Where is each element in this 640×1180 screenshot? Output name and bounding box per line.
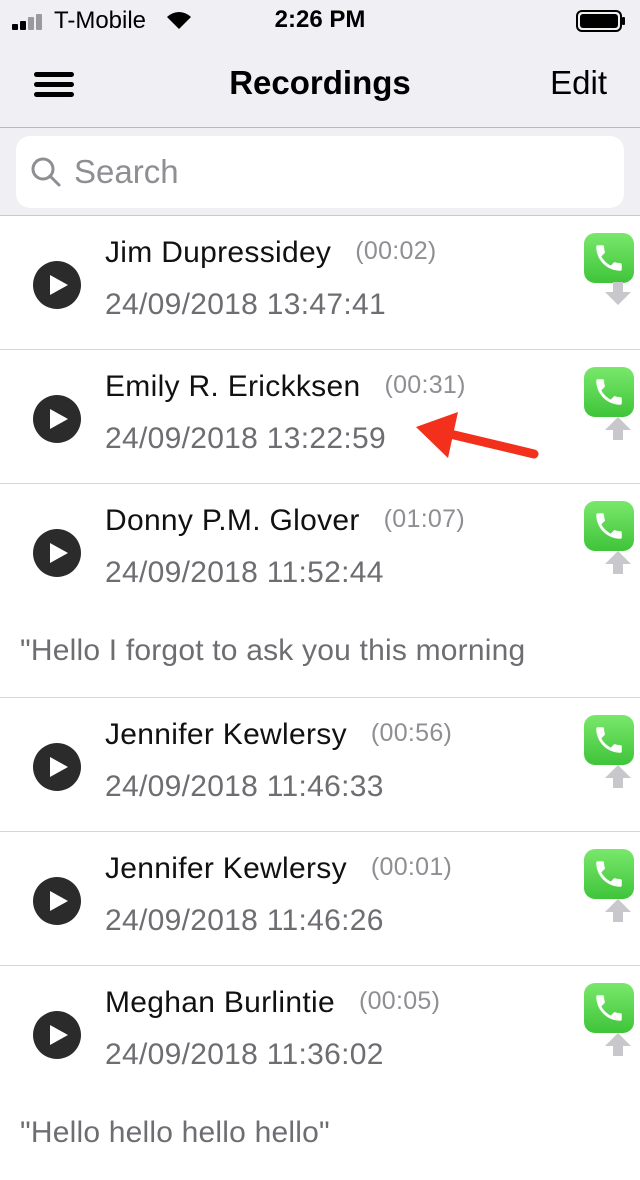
play-icon (50, 409, 68, 429)
call-button[interactable] (584, 983, 634, 1033)
play-button[interactable] (33, 395, 81, 443)
search-field[interactable] (16, 136, 624, 208)
play-button[interactable] (33, 743, 81, 791)
search-bar (0, 128, 640, 216)
call-button[interactable] (584, 501, 634, 551)
play-icon (50, 543, 68, 563)
recording-datetime: 24/09/2018 11:46:33 (105, 770, 384, 803)
recording-datetime: 24/09/2018 13:47:41 (105, 288, 386, 321)
call-button[interactable] (584, 849, 634, 899)
call-button[interactable] (584, 715, 634, 765)
caller-name: Jennifer Kewlersy (00:01) (105, 852, 453, 885)
play-button[interactable] (33, 1011, 81, 1059)
call-button[interactable] (584, 233, 634, 283)
battery-icon (576, 10, 625, 32)
recording-datetime: 24/09/2018 11:36:02 (105, 1038, 384, 1071)
search-icon (31, 157, 61, 187)
recording-duration: (00:31) (384, 371, 466, 399)
caller-name: Donny P.M. Glover (01:07) (105, 504, 465, 537)
play-button[interactable] (33, 529, 81, 577)
phone-icon (596, 861, 622, 887)
recording-datetime: 24/09/2018 11:52:44 (105, 556, 384, 589)
caller-name: Meghan Burlintie (00:05) (105, 986, 441, 1019)
upload-arrow-icon (605, 417, 631, 440)
page-title: Recordings (229, 64, 411, 101)
download-arrow-icon (605, 282, 631, 305)
recording-datetime: 24/09/2018 13:22:59 (105, 422, 386, 455)
upload-arrow-icon (605, 551, 631, 574)
navigation-bar: Recordings Edit (0, 40, 640, 128)
upload-arrow-icon (605, 1033, 631, 1056)
recording-datetime: 24/09/2018 11:46:26 (105, 904, 384, 937)
recordings-list: Jim Dupressidey (00:02) 24/09/2018 13:47:… (0, 216, 640, 1180)
phone-icon (596, 245, 622, 271)
call-button[interactable] (584, 367, 634, 417)
recording-duration: (00:02) (355, 237, 437, 265)
caller-name: Jim Dupressidey (00:02) (105, 236, 437, 269)
upload-arrow-icon (605, 899, 631, 922)
phone-icon (596, 727, 622, 753)
recording-duration: (00:05) (358, 987, 441, 1015)
caller-name: Jennifer Kewlersy (00:56) (105, 718, 453, 751)
caller-name: Emily R. Erickksen (00:31) (105, 370, 466, 403)
upload-arrow-icon (605, 765, 631, 788)
recording-duration: (01:07) (383, 505, 465, 533)
recording-duration: (00:01) (370, 853, 453, 881)
play-icon (50, 891, 68, 911)
play-icon (50, 757, 68, 777)
edit-button[interactable]: Edit (550, 64, 607, 102)
play-icon (50, 1025, 68, 1045)
recording-row[interactable]: Jennifer Kewlersy (00:56) 24/09/2018 11:4… (0, 698, 640, 832)
phone-icon (596, 995, 622, 1021)
recording-duration: (00:56) (370, 719, 453, 747)
recording-row[interactable]: Emily R. Erickksen (00:31) 24/09/2018 13:… (0, 350, 640, 484)
phone-icon (596, 379, 622, 405)
play-button[interactable] (33, 261, 81, 309)
search-input[interactable] (74, 144, 594, 200)
play-icon (50, 275, 68, 295)
transcript-preview: "Hello I forgot to ask you this morning (20, 634, 526, 667)
status-time: 2:26 PM (274, 6, 366, 33)
play-button[interactable] (33, 877, 81, 925)
recording-row[interactable]: Jennifer Kewlersy (00:01) 24/09/2018 11:4… (0, 832, 640, 966)
phone-icon (596, 513, 622, 539)
status-bar: T-Mobile 2:26 PM (0, 0, 640, 40)
recording-row[interactable]: Donny P.M. Glover (01:07) 24/09/2018 11:5… (0, 484, 640, 698)
transcript-preview: "Hello hello hello hello" (20, 1116, 330, 1149)
recording-row[interactable]: Jim Dupressidey (00:02) 24/09/2018 13:47:… (0, 216, 640, 350)
recording-row[interactable]: Meghan Burlintie (00:05) 24/09/2018 11:36… (0, 966, 640, 1180)
